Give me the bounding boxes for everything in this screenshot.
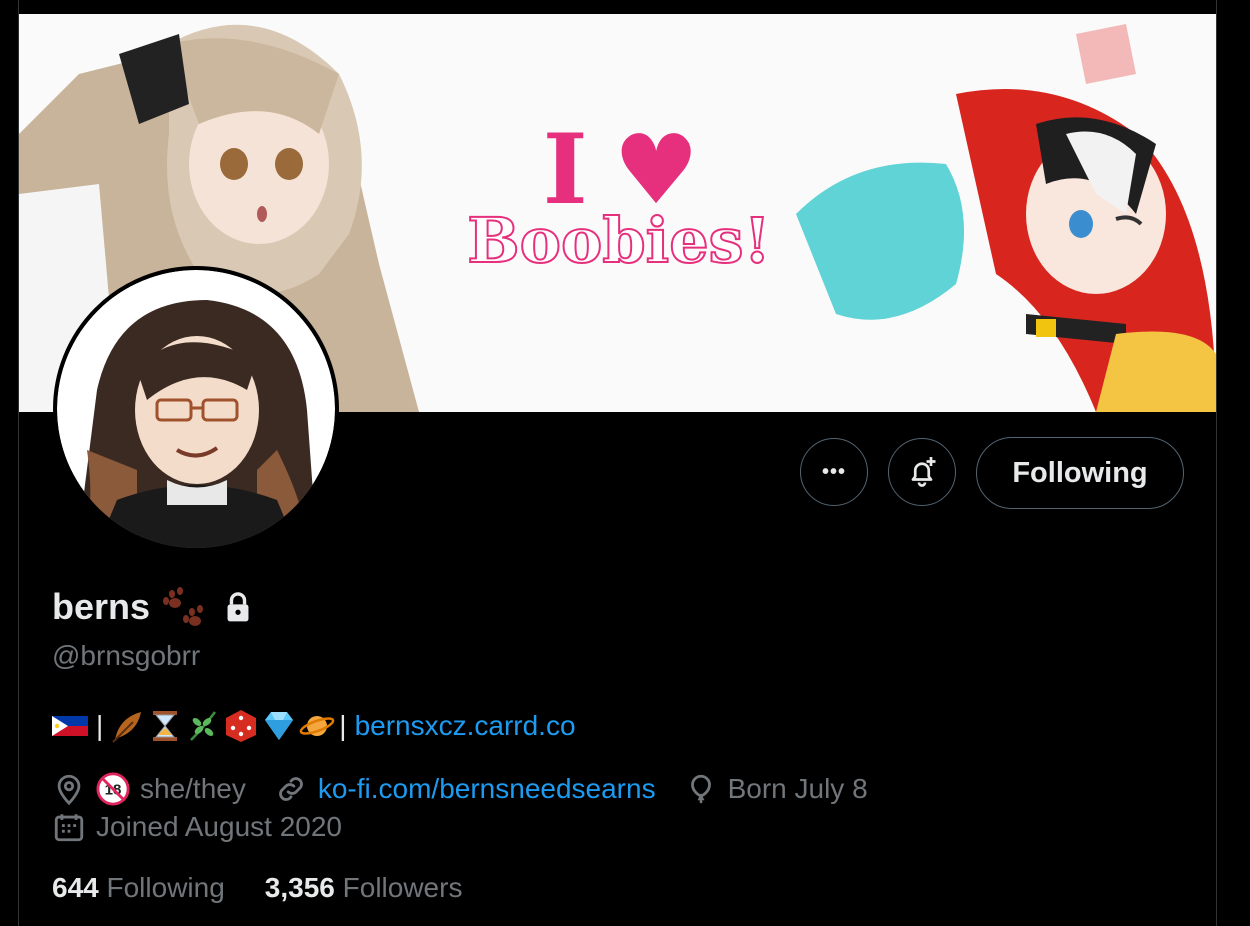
display-name: berns bbox=[52, 586, 151, 627]
notifications-button[interactable] bbox=[888, 438, 956, 506]
bio-separator-right: | bbox=[339, 710, 347, 741]
gem-icon bbox=[265, 712, 294, 740]
bio-separator-left: | bbox=[96, 710, 104, 741]
handle: @brnsgobrr bbox=[52, 640, 201, 671]
bell-plus-icon bbox=[911, 457, 936, 487]
following-stat[interactable]: 644 Following bbox=[52, 872, 225, 904]
profile-meta: 18 she/they ko-fi.com/bernsneedsearns Bo… bbox=[52, 772, 896, 806]
name-row: berns bbox=[52, 584, 254, 630]
no-18-icon: 18 bbox=[96, 772, 130, 806]
location-text: she/they bbox=[140, 773, 246, 804]
profile-meta-joined: Joined August 2020 bbox=[52, 810, 370, 844]
bio: | | bernsxcz.carrd.co bbox=[52, 708, 576, 744]
banner-line2: Boobies! bbox=[466, 204, 772, 277]
calendar-icon bbox=[54, 814, 84, 842]
profile-avatar[interactable] bbox=[53, 266, 339, 552]
flag-ph-icon bbox=[52, 716, 88, 736]
follow-stats: 644 Following 3,356 Followers bbox=[52, 872, 502, 904]
bio-link[interactable]: bernsxcz.carrd.co bbox=[355, 710, 576, 742]
feather-icon bbox=[112, 712, 142, 743]
link-icon bbox=[278, 777, 303, 801]
top-bar bbox=[19, 0, 1216, 14]
followers-count: 3,356 bbox=[264, 872, 335, 903]
more-options-button[interactable]: ••• bbox=[800, 438, 868, 506]
balloon-icon bbox=[690, 774, 711, 804]
birthday-text: Born July 8 bbox=[727, 773, 868, 804]
following-button[interactable]: Following bbox=[976, 437, 1184, 509]
die-icon bbox=[226, 710, 257, 742]
joined-text: Joined August 2020 bbox=[96, 811, 342, 842]
hourglass-icon bbox=[153, 711, 178, 741]
banner-right-character bbox=[796, 24, 1216, 412]
lock-icon bbox=[227, 592, 249, 622]
joined-item: Joined August 2020 bbox=[52, 810, 342, 844]
website-link[interactable]: ko-fi.com/bernsneedsearns bbox=[318, 773, 656, 805]
location-item: 18 she/they bbox=[52, 772, 246, 806]
website-item: ko-fi.com/bernsneedsearns bbox=[274, 772, 656, 806]
following-label: Following bbox=[106, 872, 225, 903]
birthday-item: Born July 8 bbox=[684, 772, 868, 806]
profile-column: I ♥ Boobies! ••• Following berns @brnsgo… bbox=[18, 0, 1217, 926]
herb-icon bbox=[190, 711, 217, 741]
location-pin-icon bbox=[57, 774, 81, 806]
planet-icon bbox=[299, 716, 335, 736]
paw-prints-icon bbox=[163, 587, 204, 626]
banner-text: I ♥ Boobies! bbox=[449, 122, 789, 277]
followers-label: Followers bbox=[342, 872, 463, 903]
following-count: 644 bbox=[52, 872, 99, 903]
more-icon: ••• bbox=[821, 460, 846, 483]
followers-stat[interactable]: 3,356 Followers bbox=[265, 872, 463, 904]
avatar-image bbox=[57, 270, 335, 548]
